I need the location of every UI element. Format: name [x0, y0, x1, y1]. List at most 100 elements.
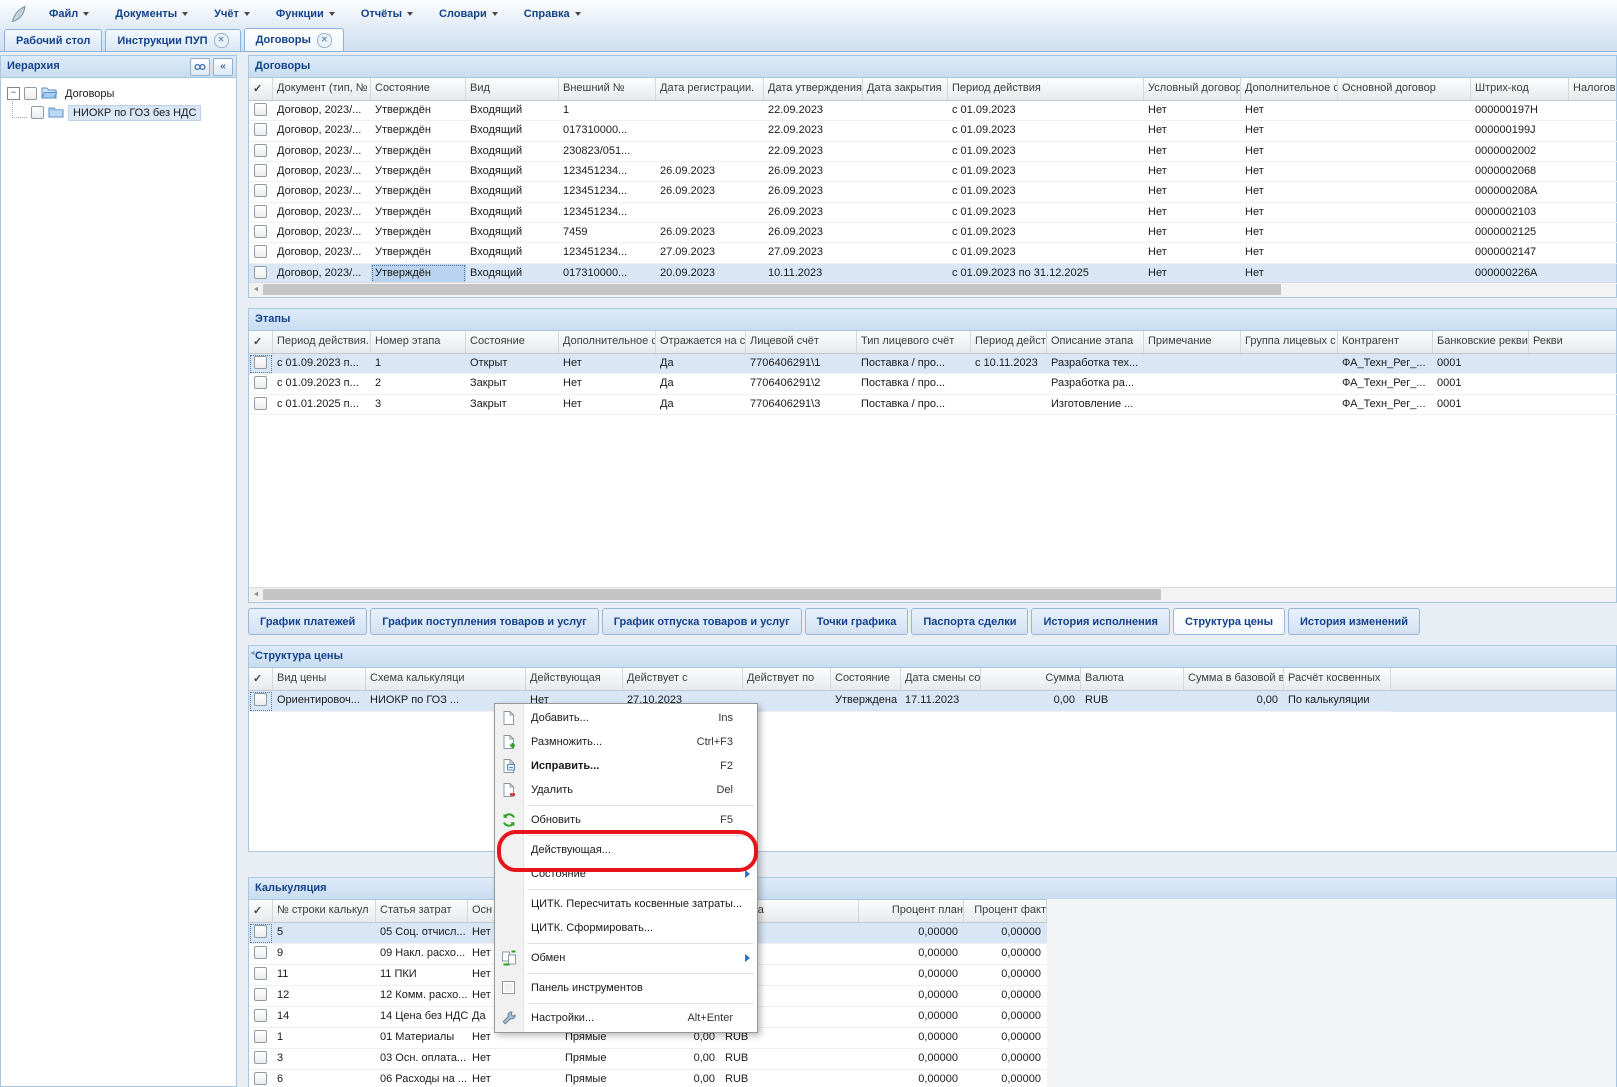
- column-header[interactable]: Банковские реквиз: [1433, 331, 1529, 353]
- table-row[interactable]: Договор, 2023/...УтверждёнВходящий122.09…: [249, 101, 1616, 121]
- row-checkbox[interactable]: [254, 1030, 267, 1043]
- column-header[interactable]: Действующая: [526, 668, 623, 690]
- row-checkbox[interactable]: [254, 103, 267, 116]
- column-header[interactable]: Дополнительное с: [1241, 78, 1338, 100]
- context-menu-item[interactable]: Размножить...Ctrl+F3: [495, 730, 757, 754]
- row-checkbox[interactable]: [254, 164, 267, 177]
- stages-h-scrollbar[interactable]: ◄: [249, 587, 1616, 602]
- detail-tab[interactable]: График поступления товаров и услуг: [370, 608, 598, 635]
- menubar-item[interactable]: Файл: [36, 3, 102, 25]
- row-checkbox[interactable]: [254, 144, 267, 157]
- context-menu-item[interactable]: ОбновитьF5: [495, 808, 757, 832]
- row-checkbox[interactable]: [254, 376, 267, 389]
- detail-tab[interactable]: Структура цены: [1173, 608, 1285, 635]
- column-header[interactable]: Внешний №: [559, 78, 656, 100]
- tab-close-icon[interactable]: ✕: [317, 33, 332, 48]
- table-row[interactable]: Ориентировоч...НИОКР по ГОЗ ...Нет27.10.…: [249, 691, 1616, 712]
- column-header[interactable]: Валюта: [1081, 668, 1184, 690]
- table-row[interactable]: с 01.09.2023 п...1ОткрытНетДа7706406291\…: [249, 354, 1616, 374]
- column-header[interactable]: Контрагент: [1338, 331, 1433, 353]
- column-header[interactable]: Схема калькуляци: [366, 668, 526, 690]
- table-row[interactable]: Договор, 2023/...УтверждёнВходящий123451…: [249, 162, 1616, 182]
- column-header[interactable]: Документ (тип, №: [273, 78, 371, 100]
- contracts-h-scrollbar[interactable]: ◄: [249, 282, 1616, 297]
- column-header[interactable]: Дополнительное с: [559, 331, 656, 353]
- column-header[interactable]: Условный договор: [1144, 78, 1241, 100]
- collapse-sidebar-icon[interactable]: «: [213, 58, 233, 76]
- column-header[interactable]: Дата закрытия: [863, 78, 948, 100]
- row-checkbox[interactable]: [254, 925, 267, 938]
- context-menu-item[interactable]: Обмен: [495, 946, 757, 970]
- table-row[interactable]: с 01.01.2025 п...3ЗакрытНетДа7706406291\…: [249, 395, 1616, 415]
- context-menu-item[interactable]: Панель инструментов: [495, 976, 757, 1000]
- column-header[interactable]: ✓: [249, 78, 273, 100]
- row-checkbox[interactable]: [254, 1072, 267, 1085]
- column-header[interactable]: Основной договор: [1338, 78, 1471, 100]
- scrollbar-thumb[interactable]: [263, 284, 1281, 295]
- detail-tab[interactable]: История исполнения: [1031, 608, 1170, 635]
- row-checkbox[interactable]: [254, 205, 267, 218]
- column-header[interactable]: Примечание: [1144, 331, 1241, 353]
- table-row[interactable]: Договор, 2023/...УтверждёнВходящий123451…: [249, 203, 1616, 223]
- scrollbar-thumb[interactable]: [263, 589, 1161, 600]
- table-row[interactable]: Договор, 2023/...УтверждёнВходящий745926…: [249, 223, 1616, 243]
- row-checkbox[interactable]: [254, 184, 267, 197]
- detail-tab[interactable]: Паспорта сделки: [911, 608, 1028, 635]
- context-menu-item[interactable]: Исправить...F2: [495, 754, 757, 778]
- column-header[interactable]: Период действия л: [971, 331, 1047, 353]
- tree-checkbox[interactable]: [31, 106, 44, 119]
- column-header[interactable]: Тип лицевого счёт: [857, 331, 971, 353]
- column-header[interactable]: Дата регистрации.: [656, 78, 764, 100]
- row-checkbox[interactable]: [254, 967, 267, 980]
- tab[interactable]: Договоры✕: [244, 28, 344, 51]
- column-header[interactable]: Состояние: [466, 331, 559, 353]
- column-header[interactable]: ✓: [249, 900, 273, 922]
- scroll-left-icon[interactable]: ◄: [249, 283, 263, 296]
- table-row[interactable]: Договор, 2023/...УтверждёнВходящий230823…: [249, 142, 1616, 162]
- scroll-left-icon[interactable]: ◄: [249, 588, 263, 601]
- search-icon[interactable]: [190, 58, 210, 76]
- tab[interactable]: Инструкции ПУП✕: [105, 29, 240, 51]
- column-header[interactable]: Состояние: [831, 668, 901, 690]
- row-checkbox[interactable]: [254, 1051, 267, 1064]
- column-header[interactable]: Сумма: [981, 668, 1081, 690]
- column-header[interactable]: Статья затрат: [376, 900, 468, 922]
- column-header[interactable]: Действует с: [623, 668, 743, 690]
- row-checkbox[interactable]: [254, 245, 267, 258]
- column-header[interactable]: Расчёт косвенных: [1284, 668, 1391, 690]
- tree-node-child[interactable]: НИОКР по ГОЗ без НДС: [7, 103, 236, 122]
- row-checkbox[interactable]: [254, 356, 267, 369]
- detail-tab[interactable]: История изменений: [1288, 608, 1420, 635]
- column-header[interactable]: Дата утверждения: [764, 78, 863, 100]
- row-checkbox[interactable]: [254, 225, 267, 238]
- menubar-item[interactable]: Отчёты: [348, 3, 426, 25]
- row-checkbox[interactable]: [254, 1009, 267, 1022]
- row-checkbox[interactable]: [254, 397, 267, 410]
- column-header[interactable]: Процент план: [859, 900, 964, 922]
- menubar-item[interactable]: Учёт: [201, 3, 263, 25]
- row-checkbox[interactable]: [254, 266, 267, 279]
- column-header[interactable]: Период действия..: [273, 331, 371, 353]
- column-header[interactable]: Вид цены: [273, 668, 366, 690]
- context-menu-item[interactable]: Настройки...Alt+Enter: [495, 1006, 757, 1030]
- column-header[interactable]: Налогов: [1569, 78, 1617, 100]
- scroll-left-icon[interactable]: ◄: [249, 650, 256, 657]
- column-header[interactable]: Отражается на су: [656, 331, 746, 353]
- column-header[interactable]: Группа лицевых с: [1241, 331, 1338, 353]
- column-header[interactable]: Состояние: [371, 78, 466, 100]
- column-header[interactable]: Процент факт: [964, 900, 1047, 922]
- menubar-item[interactable]: Документы: [102, 3, 201, 25]
- detail-tab[interactable]: График отпуска товаров и услуг: [602, 608, 802, 635]
- tab-close-icon[interactable]: ✕: [214, 33, 229, 48]
- row-checkbox[interactable]: [254, 946, 267, 959]
- row-checkbox[interactable]: [254, 693, 267, 706]
- column-header[interactable]: ✓: [249, 331, 273, 353]
- menubar-item[interactable]: Справка: [511, 3, 594, 25]
- column-header[interactable]: Штрих-код: [1471, 78, 1569, 100]
- column-header[interactable]: № строки калькул: [273, 900, 376, 922]
- table-row[interactable]: Договор, 2023/...УтверждёнВходящий017310…: [249, 121, 1616, 141]
- column-header[interactable]: Рекви: [1529, 331, 1617, 353]
- row-checkbox[interactable]: [254, 123, 267, 136]
- table-row[interactable]: Договор, 2023/...УтверждёнВходящий123451…: [249, 182, 1616, 202]
- table-row[interactable]: Договор, 2023/...УтверждёнВходящий123451…: [249, 243, 1616, 263]
